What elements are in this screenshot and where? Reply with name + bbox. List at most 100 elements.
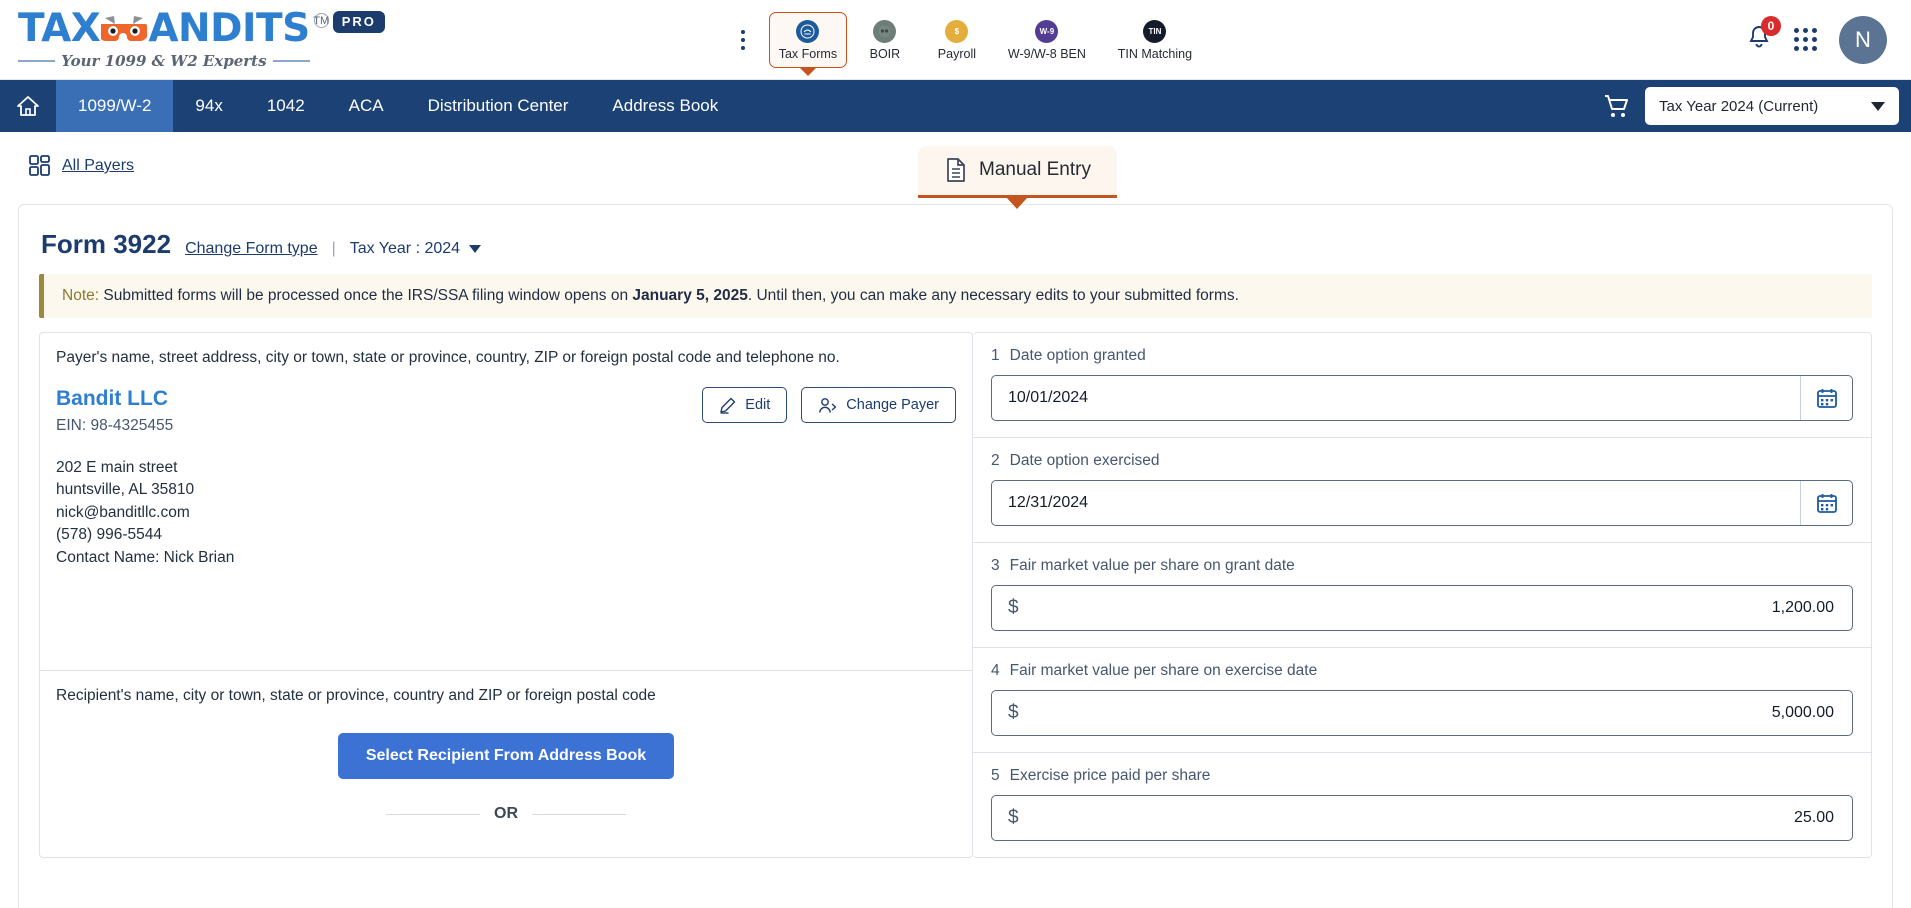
field-row-1: 1 Date option granted 10/01/2024 (973, 333, 1871, 438)
nav-item-1042[interactable]: 1042 (245, 80, 327, 132)
nav-right-actions: Tax Year 2024 (Current) (1601, 80, 1899, 132)
tagline-rule-right (272, 60, 310, 62)
or-label: OR (494, 805, 518, 822)
select-recipient-button[interactable]: Select Recipient From Address Book (337, 733, 675, 779)
logo-tagline: Your 1099 & W2 Experts (18, 52, 310, 70)
app-tab-tax-forms[interactable]: Tax Forms (768, 11, 847, 68)
or-line-left (386, 813, 480, 815)
date-option-exercised-input[interactable]: 12/31/2024 (991, 480, 1853, 526)
currency-symbol: $ (1008, 702, 1019, 723)
date-option-exercised-value: 12/31/2024 (1008, 494, 1089, 511)
field-5-number: 5 (991, 767, 1000, 784)
nav-item-aca[interactable]: ACA (327, 80, 406, 132)
app-tab-payroll[interactable]: $ Payroll (923, 12, 991, 68)
field-2-label-row: 2 Date option exercised (991, 452, 1853, 470)
fmv-exercise-date-value: 5,000.00 (1771, 704, 1834, 721)
date-option-granted-value: 10/01/2024 (1008, 389, 1089, 406)
change-payer-label: Change Payer (846, 397, 939, 413)
pro-badge: PRO (332, 11, 385, 33)
payer-email: nick@banditllc.com (56, 503, 190, 521)
notifications-button[interactable]: 0 (1746, 15, 1781, 56)
top-bar-actions: 0 N (1746, 15, 1887, 64)
brand-logo[interactable]: TAX ANDITS Your 1099 & W2 Experts TM PRO (18, 9, 385, 70)
calendar-icon[interactable] (1800, 376, 1852, 420)
app-tab-tin-matching[interactable]: TIN TIN Matching (1103, 12, 1207, 68)
nav-item-94x[interactable]: 94x (173, 80, 244, 132)
trademark-icon: TM (313, 13, 330, 28)
date-option-granted-input[interactable]: 10/01/2024 (991, 375, 1853, 421)
nav-item-distribution-center[interactable]: Distribution Center (406, 80, 591, 132)
boir-icon (873, 19, 897, 43)
payer-header-row: Bandit LLC EIN: 98-4325455 Edit Change P… (56, 387, 956, 435)
note-text-before: Submitted forms will be processed once t… (99, 287, 633, 304)
payer-contact-name: Contact Name: Nick Brian (56, 548, 235, 566)
fmv-grant-date-value: 1,200.00 (1771, 599, 1834, 616)
document-icon (947, 158, 965, 182)
exercise-price-input[interactable]: $ 25.00 (991, 795, 1853, 841)
nav-home-button[interactable] (0, 80, 56, 132)
cart-button[interactable] (1601, 92, 1631, 120)
currency-symbol: $ (1008, 597, 1019, 618)
recipient-section-caption: Recipient's name, city or town, state or… (56, 687, 656, 704)
edit-payer-button[interactable]: Edit (702, 387, 788, 423)
logo-text-andits: ANDITS (148, 6, 310, 51)
app-tab-boir[interactable]: BOIR (851, 12, 919, 68)
calendar-icon[interactable] (1800, 481, 1852, 525)
tax-year-select-value: Tax Year 2024 (Current) (1659, 97, 1819, 115)
all-payers-link[interactable]: All Payers (28, 154, 134, 178)
logo-wordmark: TAX ANDITS (18, 9, 310, 48)
chevron-down-icon (469, 245, 482, 253)
edit-payer-label: Edit (745, 397, 771, 413)
nav-item-address-book[interactable]: Address Book (590, 80, 740, 132)
field-4-number: 4 (991, 662, 1000, 679)
field-1-label: Date option granted (1009, 347, 1146, 364)
payer-address-line1: 202 E main street (56, 459, 178, 476)
app-tab-label: W-9/W-8 BEN (1007, 46, 1086, 61)
irs-seal-icon (796, 19, 820, 43)
exercise-price-value: 25.00 (1793, 809, 1834, 826)
change-user-icon (819, 397, 837, 413)
field-row-4: 4 Fair market value per share on exercis… (973, 648, 1871, 753)
field-row-2: 2 Date option exercised 12/31/2024 (973, 438, 1871, 543)
field-3-label-row: 3 Fair market value per share on grant d… (991, 557, 1853, 575)
app-switcher-tabs: Tax Forms BOIR $ Payroll W-9 W-9/W-8 BEN… (768, 11, 1207, 68)
app-tab-label: BOIR (869, 46, 901, 61)
apps-grid-icon[interactable] (1794, 28, 1817, 51)
or-divider: OR (386, 805, 626, 823)
avatar[interactable]: N (1839, 15, 1887, 64)
payer-actions: Edit Change Payer (702, 387, 956, 423)
payer-name[interactable]: Bandit LLC (56, 387, 173, 411)
fmv-exercise-date-input[interactable]: $ 5,000.00 (991, 690, 1853, 736)
payroll-coin-icon: $ (945, 19, 969, 43)
app-tab-label: TIN Matching (1117, 46, 1193, 61)
field-row-5: 5 Exercise price paid per share $ 25.00 (973, 753, 1871, 857)
app-tab-w9-w8ben[interactable]: W-9 W-9/W-8 BEN (995, 12, 1099, 68)
form-tax-year-select[interactable]: Tax Year : 2024 (350, 240, 482, 258)
left-column: Payer's name, street address, city or to… (39, 332, 973, 858)
note-label: Note: (62, 287, 100, 304)
change-payer-button[interactable]: Change Payer (801, 387, 956, 423)
more-options-icon[interactable] (735, 24, 751, 56)
tab-manual-entry[interactable]: Manual Entry (918, 146, 1117, 198)
field-1-number: 1 (991, 347, 1000, 364)
app-tab-label: Tax Forms (778, 46, 838, 61)
tin-icon: TIN (1143, 19, 1167, 43)
note-date: January 5, 2025 (632, 287, 748, 304)
field-5-label-row: 5 Exercise price paid per share (991, 767, 1853, 785)
payer-section-caption: Payer's name, street address, city or to… (56, 349, 840, 366)
or-line-right (532, 813, 626, 815)
change-form-type-link[interactable]: Change Form type (185, 240, 318, 258)
pencil-icon (720, 397, 736, 414)
form-header: Form 3922 Change Form type | Tax Year : … (39, 221, 1872, 274)
payer-identity: Bandit LLC EIN: 98-4325455 (56, 387, 173, 435)
cart-icon (1605, 95, 1628, 117)
payer-phone: (578) 996-5544 (56, 526, 162, 544)
form-card: Form 3922 Change Form type | Tax Year : … (18, 204, 1893, 908)
tax-year-select[interactable]: Tax Year 2024 (Current) (1645, 87, 1899, 125)
bandit-mask-icon (101, 15, 148, 42)
nav-item-1099-w2[interactable]: 1099/W-2 (56, 80, 174, 132)
field-3-number: 3 (991, 557, 1000, 574)
currency-symbol: $ (1008, 807, 1019, 828)
fmv-grant-date-input[interactable]: $ 1,200.00 (991, 585, 1853, 631)
logo-text-tax: TAX (18, 6, 101, 51)
